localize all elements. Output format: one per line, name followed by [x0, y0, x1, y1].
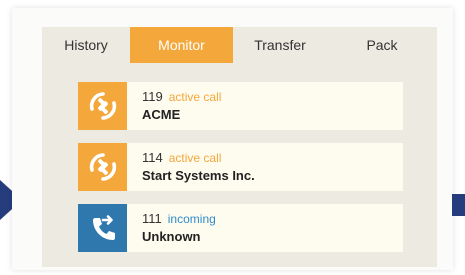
- caller-name: Start Systems Inc.: [142, 168, 255, 183]
- call-list: 119 active call ACME 114 active call Sta…: [78, 82, 403, 265]
- call-status: active call: [168, 151, 222, 165]
- active-call-icon: [78, 143, 127, 191]
- call-item[interactable]: 111 incoming Unknown: [78, 204, 403, 252]
- stage: History Monitor Transfer Pack 119 active…: [0, 0, 465, 275]
- incoming-call-icon: [78, 204, 127, 252]
- call-panel: History Monitor Transfer Pack 119 active…: [42, 27, 437, 267]
- call-item[interactable]: 119 active call ACME: [78, 82, 403, 130]
- caller-name: ACME: [142, 107, 181, 122]
- caller-name: Unknown: [142, 229, 201, 244]
- call-status: incoming: [167, 212, 216, 226]
- call-item[interactable]: 114 active call Start Systems Inc.: [78, 143, 403, 191]
- call-number: 114: [142, 150, 163, 165]
- tab-bar: History Monitor Transfer Pack: [42, 27, 437, 63]
- call-number: 111: [142, 211, 162, 226]
- call-number: 119: [142, 89, 163, 104]
- tab-monitor[interactable]: Monitor: [130, 27, 233, 63]
- tab-history[interactable]: History: [42, 27, 130, 63]
- active-call-icon: [78, 82, 127, 130]
- next-arrow-icon[interactable]: [452, 194, 465, 216]
- tab-pack[interactable]: Pack: [327, 27, 437, 63]
- tab-transfer[interactable]: Transfer: [233, 27, 327, 63]
- call-status: active call: [168, 90, 222, 104]
